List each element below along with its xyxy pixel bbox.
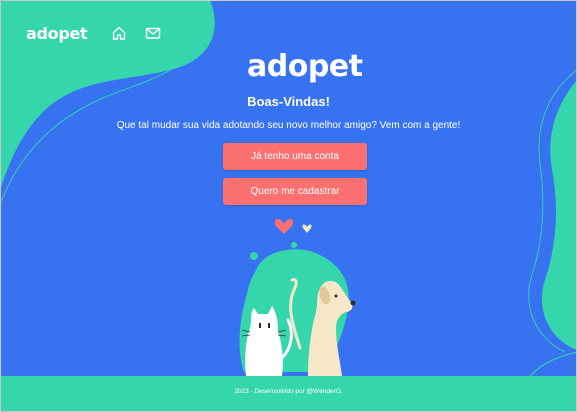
login-button[interactable]: Já tenho uma conta [223, 143, 367, 170]
header-logo[interactable]: adopet [26, 24, 88, 43]
heart-icon [274, 218, 294, 234]
mail-icon[interactable] [145, 25, 161, 41]
welcome-subtitle: Que tal mudar sua vida adotando seu novo… [116, 120, 461, 131]
home-icon[interactable] [111, 25, 127, 41]
welcome-title: Boas-Vindas! [247, 94, 330, 109]
register-button[interactable]: Quero me cadastrar [223, 178, 367, 205]
pets-illustration [239, 218, 356, 376]
footer-credit: 2023 - Desenvolvido por @WenderG. [234, 388, 343, 395]
heart-icon [302, 224, 312, 233]
main-logo: adopet [247, 49, 363, 84]
